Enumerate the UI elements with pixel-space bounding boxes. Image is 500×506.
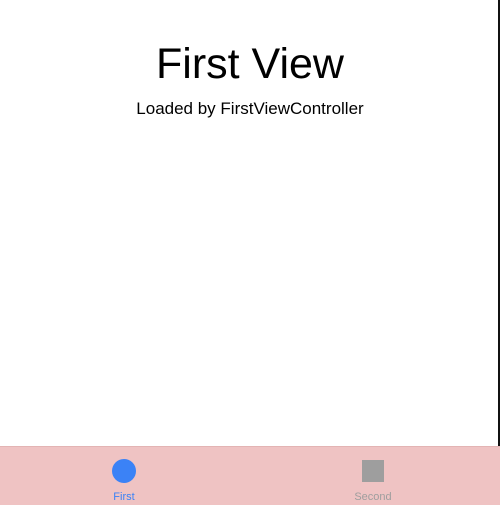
tab-bar: First Second [0,446,500,505]
first-view-screen: First View Loaded by FirstViewController [0,0,500,446]
tab-first[interactable]: First [64,447,184,506]
circle-icon [112,459,136,483]
square-icon [362,460,384,482]
tab-second-icon-wrap [313,459,433,483]
page-title: First View [156,40,344,88]
tab-second-label: Second [354,491,392,503]
tab-second[interactable]: Second [313,447,433,506]
tab-first-icon-wrap [64,459,184,483]
tab-first-label: First [113,491,135,503]
page-subtitle: Loaded by FirstViewController [136,99,364,118]
